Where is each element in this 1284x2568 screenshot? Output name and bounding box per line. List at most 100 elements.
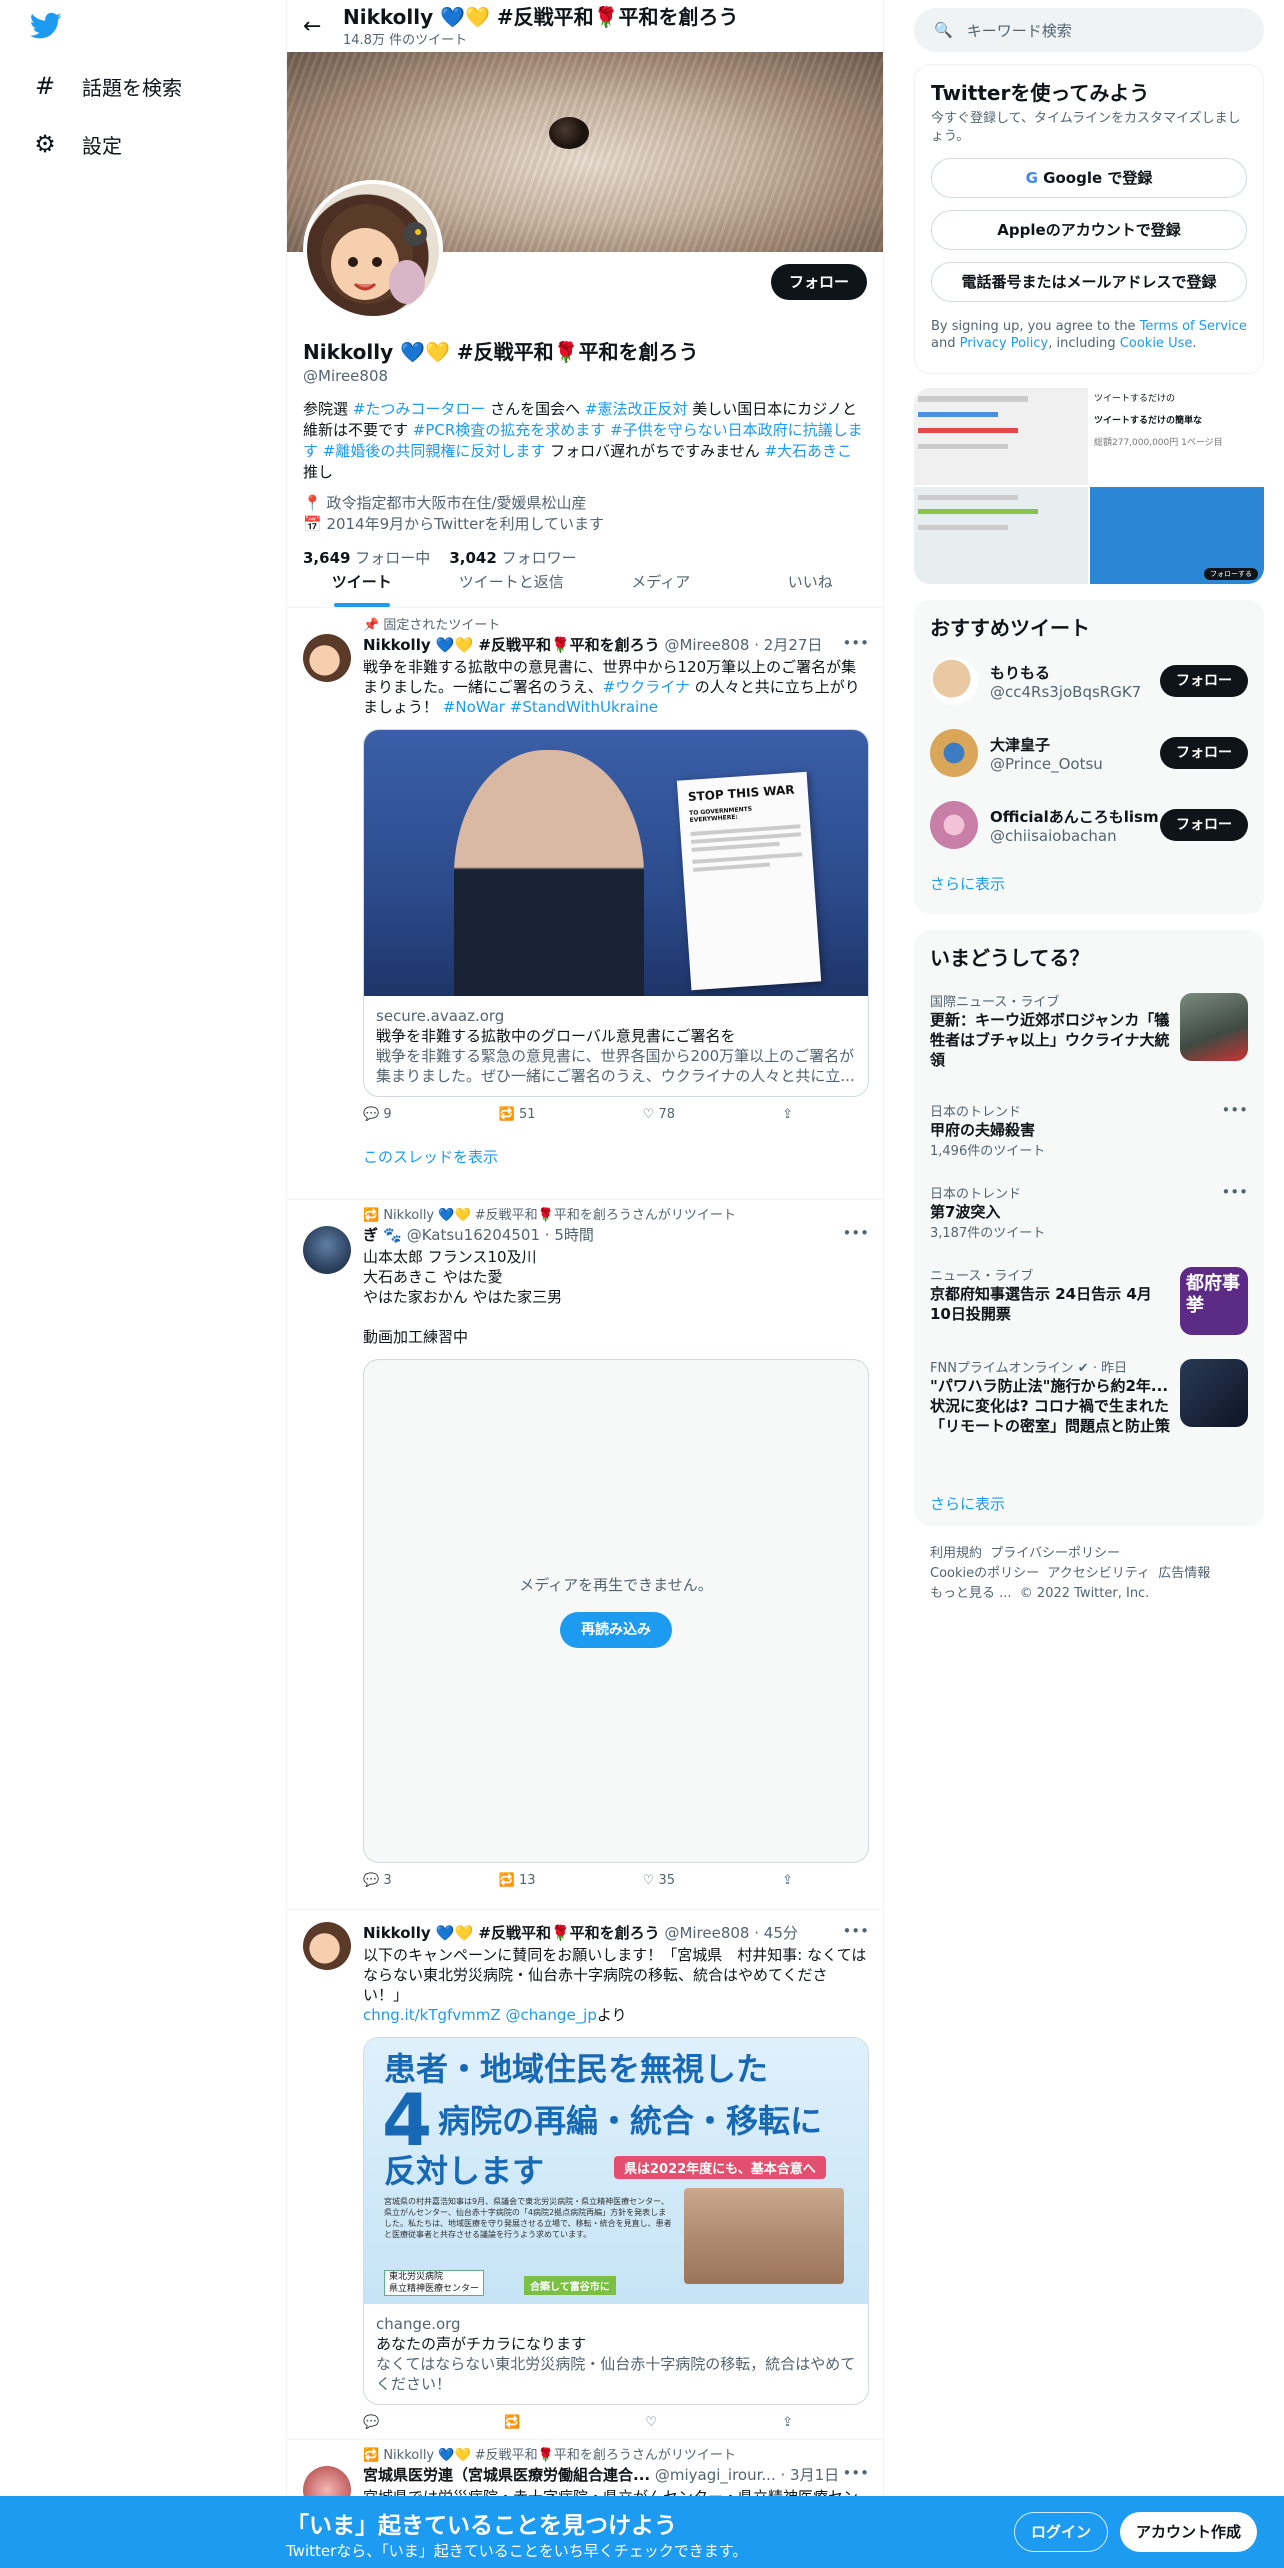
- trend-item[interactable]: 日本のトレンド 第7波突入 3,187件のツイート •••: [930, 1175, 1248, 1257]
- tweet-author-name[interactable]: Nikkolly 💙💛 #反戦平和🌹平和を創ろう: [363, 1924, 660, 1942]
- trend-item[interactable]: ニュース・ライブ 京都府知事選告示 24日告示 4月10日投開票 都府事挙: [930, 1257, 1248, 1349]
- bio-hashtag[interactable]: #PCR検査の拡充を求めます: [413, 421, 606, 439]
- retweet-button[interactable]: 🔁 51: [499, 1107, 536, 1122]
- terms-link[interactable]: Terms of Service: [1140, 319, 1247, 334]
- reply-icon: 💬: [363, 1873, 380, 1888]
- hashtag-link[interactable]: #StandWithUkraine: [510, 698, 658, 716]
- twitter-logo-icon[interactable]: [29, 12, 62, 44]
- recommend-user[interactable]: もりもる @cc4Rs3joBqsRGK7 フォロー: [930, 645, 1248, 717]
- recommend-user[interactable]: 大津皇子 @Prince_Ootsu フォロー: [930, 717, 1248, 789]
- nav-explore[interactable]: # 話題を検索: [30, 62, 182, 110]
- media-thumb[interactable]: [914, 388, 1088, 485]
- card-figure: [454, 750, 644, 996]
- tweet-time[interactable]: · 45分: [754, 1924, 798, 1942]
- trend-item[interactable]: 日本のトレンド 甲府の夫婦殺害 1,496件のツイート •••: [930, 1093, 1248, 1175]
- mention-link[interactable]: @change_jp: [505, 2006, 596, 2024]
- tweet-pinned[interactable]: 📌 固定されたツイート ••• Nikkolly 💙💛 #反戦平和🌹平和を創ろう…: [287, 608, 883, 1200]
- tweet-link[interactable]: chng.it/kTgfvmmZ: [363, 2006, 501, 2024]
- bio-text: フォロバ遅れがちですみません: [545, 442, 765, 460]
- nav-settings[interactable]: ⚙ 設定: [30, 120, 122, 168]
- tab-tweets[interactable]: ツイート: [287, 556, 437, 607]
- tab-tweets-replies[interactable]: ツイートと返信: [437, 556, 587, 607]
- media-thumb[interactable]: [914, 487, 1088, 584]
- media-thumb[interactable]: フォローする: [1090, 487, 1264, 584]
- link-card[interactable]: STOP THIS WAR TO GOVERNMENTS EVERYWHERE:…: [363, 729, 869, 1097]
- tweet-avatar[interactable]: [303, 1226, 351, 1274]
- tweet-avatar[interactable]: [303, 634, 351, 682]
- tweet-author-name[interactable]: 宮城県医労連（宮城県医療労働組合連合...: [363, 2466, 650, 2484]
- apple-signup-button[interactable]: Appleのアカウントで登録: [931, 210, 1247, 250]
- tweet-body: ぎ 🐾 @Katsu16204501 · 5時間 山本太郎 フランス10及川 大…: [363, 1224, 869, 1888]
- bio-hashtag[interactable]: #たつみコータロー: [353, 400, 486, 418]
- footer-link[interactable]: 利用規約: [930, 1546, 982, 1561]
- follow-button[interactable]: フォロー: [1160, 665, 1248, 697]
- bio-hashtag[interactable]: #憲法改正反対: [585, 400, 688, 418]
- share-icon[interactable]: ⇪: [782, 1873, 793, 1888]
- back-arrow-icon[interactable]: ←: [303, 14, 343, 39]
- google-signup-button[interactable]: G Google で登録: [931, 158, 1247, 198]
- reply-icon[interactable]: 💬: [363, 2415, 379, 2430]
- follow-button[interactable]: フォロー: [770, 264, 867, 300]
- login-button[interactable]: ログイン: [1014, 2512, 1109, 2552]
- tweet-time[interactable]: · 2月27日: [754, 636, 822, 654]
- phone-email-signup-button[interactable]: 電話番号またはメールアドレスで登録: [931, 262, 1247, 302]
- search-box[interactable]: 🔍 キーワード検索: [914, 8, 1264, 52]
- cookie-link[interactable]: Cookie Use: [1120, 336, 1193, 351]
- retweeted-by-label: Nikkolly 💙💛 #反戦平和🌹平和を創ろうさんがリツイート: [383, 2448, 736, 2463]
- reply-button[interactable]: 💬 9: [363, 1107, 392, 1122]
- card-domain: change.org: [376, 2315, 461, 2333]
- footer-link[interactable]: 広告情報: [1158, 1566, 1210, 1581]
- thread-link[interactable]: このスレッドを表示: [363, 1146, 869, 1167]
- media-grid[interactable]: ツイートするだけの ツイートするだけの簡単な 総額277,000,000円 1ペ…: [914, 388, 1264, 584]
- tab-media[interactable]: メディア: [586, 556, 736, 607]
- retweet-button[interactable]: 🔁 13: [499, 1873, 536, 1888]
- footer-link[interactable]: プライバシーポリシー: [990, 1546, 1120, 1561]
- tweet-author-name[interactable]: ぎ 🐾: [363, 1226, 402, 1244]
- retweet-icon[interactable]: 🔁: [504, 2415, 520, 2430]
- tweet-campaign[interactable]: ••• Nikkolly 💙💛 #反戦平和🌹平和を創ろう @Miree808 ·…: [287, 1910, 883, 2440]
- footer-more-link[interactable]: もっと見る ...: [930, 1586, 1012, 1601]
- tweet-time[interactable]: · 3月1日: [781, 2466, 840, 2484]
- trend-meta: 日本のトレンド: [930, 1105, 1022, 1120]
- tweet-time[interactable]: · 5時間: [545, 1226, 594, 1244]
- card-domain: secure.avaaz.org: [376, 1007, 505, 1025]
- heart-icon[interactable]: ♡: [645, 2415, 657, 2430]
- card-description: 戦争を非難する緊急の意見書に、世界各国から200万筆以上のご署名が集まりました。…: [376, 1047, 855, 1085]
- show-more-link[interactable]: さらに表示: [930, 873, 1248, 894]
- media-player[interactable]: メディアを再生できません。 再読み込み: [363, 1359, 869, 1863]
- trend-title: 京都府知事選告示 24日告示 4月10日投開票: [930, 1285, 1152, 1323]
- search-input[interactable]: キーワード検索: [967, 20, 1072, 41]
- reload-button[interactable]: 再読み込み: [560, 1612, 672, 1648]
- user-name: 大津皇子: [990, 735, 1051, 754]
- hashtag-link[interactable]: #NoWar: [443, 698, 505, 716]
- profile-header-bar: ← Nikkolly 💙💛 #反戦平和🌹平和を創ろう 14.8万 件のツイート: [287, 0, 883, 52]
- hashtag-link[interactable]: #ウクライナ: [603, 678, 690, 696]
- tweet-avatar[interactable]: [303, 1922, 351, 1970]
- footer-link[interactable]: アクセシビリティ: [1047, 1566, 1150, 1581]
- trend-item[interactable]: FNNプライムオンライン ✔ · 昨日 "パワハラ防止法"施行から約2年...状…: [930, 1349, 1248, 1489]
- follow-button[interactable]: フォロー: [1160, 737, 1248, 769]
- recommend-user[interactable]: Officialあんころもlism @chiisaiobachan フォロー: [930, 789, 1248, 861]
- like-button[interactable]: ♡ 78: [643, 1107, 675, 1122]
- tweet-retweet-1[interactable]: 🔁 Nikkolly 💙💛 #反戦平和🌹平和を創ろうさんがリツイート ••• ぎ…: [287, 1200, 883, 1910]
- bio-hashtag[interactable]: #離婚後の共同親権に反対します: [323, 442, 546, 460]
- media-thumb[interactable]: ツイートするだけの ツイートするだけの簡単な 総額277,000,000円 1ペ…: [1090, 388, 1264, 485]
- like-button[interactable]: ♡ 35: [643, 1873, 675, 1888]
- more-icon[interactable]: •••: [1221, 1183, 1248, 1201]
- link-card[interactable]: 患者・地域住民を無視した 4 病院の再編・統合・移転に 反対します 県は2022…: [363, 2037, 869, 2405]
- bio-hashtag[interactable]: #大石あきこ: [764, 442, 852, 460]
- trend-item[interactable]: 国際ニュース・ライブ 更新：キーウ近郊ボロジャンカ「犠牲者はブチャ以上」ウクライ…: [930, 983, 1248, 1093]
- follow-button[interactable]: フォロー: [1160, 809, 1248, 841]
- footer-link[interactable]: Cookieのポリシー: [930, 1566, 1039, 1581]
- create-account-button[interactable]: アカウント作成: [1120, 2512, 1258, 2552]
- share-icon[interactable]: ⇪: [782, 2415, 793, 2430]
- retweet-icon: 🔁: [363, 2448, 380, 2463]
- tweet-author-name[interactable]: Nikkolly 💙💛 #反戦平和🌹平和を創ろう: [363, 636, 660, 654]
- reply-button[interactable]: 💬 3: [363, 1873, 392, 1888]
- share-icon[interactable]: ⇪: [782, 1107, 793, 1122]
- privacy-link[interactable]: Privacy Policy: [960, 336, 1049, 351]
- tab-likes[interactable]: いいね: [736, 556, 884, 607]
- profile-avatar[interactable]: [303, 180, 443, 320]
- more-icon[interactable]: •••: [1221, 1101, 1248, 1119]
- show-more-link[interactable]: さらに表示: [930, 1493, 1248, 1514]
